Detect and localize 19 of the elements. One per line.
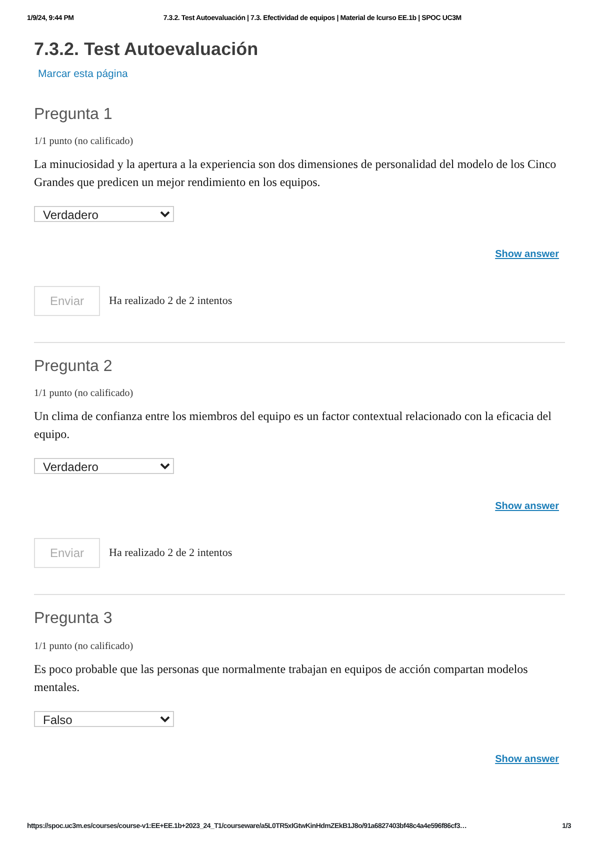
page-title: 7.3.2. Test Autoevaluación <box>34 38 260 60</box>
answer-dropdown[interactable]: Falso <box>34 710 174 727</box>
bookmark-link[interactable]: Marcar esta página <box>38 67 128 83</box>
question-title: Pregunta 1 <box>34 105 114 124</box>
show-answer-link[interactable]: Show answer <box>495 499 559 514</box>
question-title: Pregunta 2 <box>34 357 114 376</box>
show-answer-link[interactable]: Show answer <box>495 752 559 767</box>
show-answer-link[interactable]: Show answer <box>495 247 559 262</box>
points-text: 1/1 punto (no calificado) <box>34 387 134 402</box>
question-text: Un clima de confianza entre los miembros del equipo es un factor contextual relacionado con la eficacia del equipo. <box>34 408 552 444</box>
points-text: 1/1 punto (no calificado) <box>34 640 134 654</box>
attempts-text: Ha realizado 2 de 2 intentos <box>109 546 232 562</box>
question-text: La minuciosidad y la apertura a la experiencia son dos dimensiones de personalidad del modelo de los Cinco Grandes que predicen un mejor rendimiento en los equipos. <box>34 156 558 192</box>
points-text: 1/1 punto (no calificado) <box>34 135 134 150</box>
attempts-text: Ha realizado 2 de 2 intentos <box>109 294 232 310</box>
question-title: Pregunta 3 <box>34 609 114 629</box>
answer-dropdown[interactable]: Verdadero <box>34 458 174 474</box>
answer-dropdown[interactable]: Verdadero <box>34 206 174 222</box>
question-text: Es poco probable que las personas que normalmente trabajan en equipos de acción compartan modelos mentales. <box>34 660 529 696</box>
